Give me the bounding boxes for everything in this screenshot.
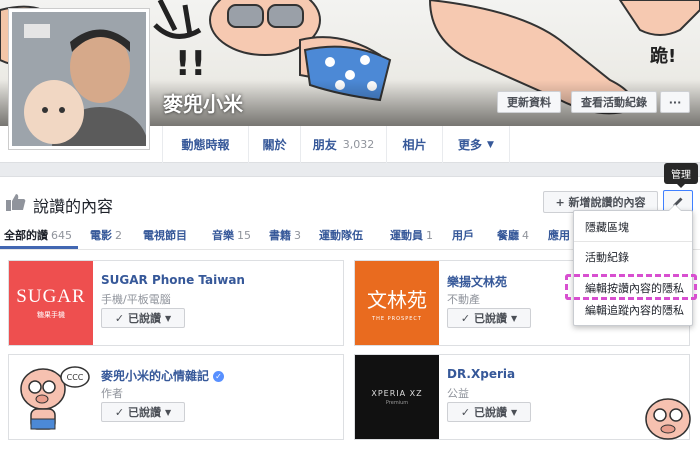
filter-label: 全部的讚 [4,229,48,242]
check-icon: ✓ [114,311,125,325]
verified-badge-icon: ✓ [213,371,225,382]
chevron-down-icon: ▼ [511,313,518,323]
check-icon: ✓ [460,405,471,419]
liked-button[interactable]: ✓ 已說讚 ▼ [447,402,531,422]
tab-label: 動態時報 [181,138,230,152]
page-logo[interactable]: 文林苑 THE PROSPECT [355,261,439,345]
profile-photo-art [12,12,146,146]
pig-watermark-icon [645,398,691,440]
tab-about[interactable]: 關於 [248,126,300,163]
filter-sports-teams[interactable]: 運動隊伍 [319,227,363,243]
page-logo[interactable]: CCC [9,355,93,439]
filter-restaurants[interactable]: 餐廳 4 [497,227,529,243]
profile-photo [12,12,146,146]
filter-music[interactable]: 音樂 15 [212,227,251,243]
filter-all[interactable]: 全部的讚 645 [4,227,72,243]
profile-picture[interactable] [8,8,150,150]
likes-title: 說讚的內容 [33,197,114,216]
annotation-highlight [565,274,697,300]
profile-name[interactable]: 麥兜小米 [163,88,243,117]
logo-subtext: Premium [385,399,409,406]
logo-text: SUGAR [16,286,86,307]
filter-label: 書籍 [269,229,291,242]
filter-athletes[interactable]: 運動員 1 [390,227,433,243]
filter-tv-shows[interactable]: 電視節目 [143,227,187,243]
svg-text:!!: !! [175,44,206,84]
check-icon: ✓ [460,311,471,325]
filter-movies[interactable]: 電影 2 [90,227,122,243]
page-name[interactable]: DR.Xperia [447,367,515,381]
filter-label: 電視節目 [143,229,187,242]
liked-page-card[interactable]: SUGAR 糖果手機 SUGAR Phone Taiwan 手機/平板電腦 ✓ … [8,260,344,346]
check-icon: ✓ [114,405,125,419]
friends-count: 3,032 [342,138,375,151]
update-info-button[interactable]: 更新資料 [497,91,561,113]
tab-timeline[interactable]: 動態時報 [162,126,248,163]
logo-text: XPERIA XZ [371,388,423,398]
page-name[interactable]: SUGAR Phone Taiwan [101,273,245,287]
filter-label: 應用 [548,229,570,242]
logo-text: 文林苑 [367,288,427,312]
page-name-text: 麥兜小米的心情雜記 [101,369,210,383]
tab-label: 朋友 [312,138,337,152]
page-logo[interactable]: SUGAR 糖果手機 [9,261,93,345]
filter-label: 餐廳 [497,229,519,242]
chevron-down-icon: ▼ [165,407,172,417]
liked-label: 已說讚 [474,406,508,419]
chevron-down-icon: ▼ [511,407,518,417]
menu-item-edit-following-privacy[interactable]: 編輯追蹤內容的隱私 [574,299,692,321]
page-category: 不動產 [447,293,480,306]
logo-text: CCC [67,373,84,382]
thumbs-up-icon [6,194,26,211]
filter-label: 用戶 [452,229,474,242]
page-logo[interactable]: XPERIA XZ Premium [355,355,439,439]
filter-label: 運動員 [390,229,423,242]
liked-label: 已說讚 [128,312,162,325]
page-category: 作者 [101,387,123,400]
logo-subtext: THE PROSPECT [372,316,422,322]
liked-button[interactable]: ✓ 已說讚 ▼ [101,308,185,328]
menu-divider [574,241,692,242]
tab-label: 相片 [402,138,427,152]
filter-label: 運動隊伍 [319,229,363,242]
more-options-button[interactable]: ··· [660,91,690,113]
liked-button[interactable]: ✓ 已說讚 ▼ [101,402,185,422]
tab-friends[interactable]: 朋友 3,032 [300,126,386,163]
page-category: 手機/平板電腦 [101,293,171,306]
filter-books[interactable]: 書籍 3 [269,227,301,243]
liked-button[interactable]: ✓ 已說讚 ▼ [447,308,531,328]
manage-tooltip: 管理 [664,163,698,188]
chevron-down-icon: ▼ [165,313,172,323]
menu-item-hide-section[interactable]: 隱藏區塊 [574,216,692,238]
manage-dropdown-menu: 隱藏區塊 活動紀錄 編輯按讚內容的隱私 編輯追蹤內容的隱私 [573,204,693,326]
menu-item-activity-log[interactable]: 活動紀錄 [574,246,692,268]
filter-count: 3 [294,229,301,242]
filter-people[interactable]: 用戶 [452,227,474,243]
filter-apps[interactable]: 應用 [548,227,570,243]
filter-count: 15 [237,229,251,242]
activity-log-button[interactable]: 查看活動紀錄 [571,91,657,113]
tab-more[interactable]: 更多 ▼ [442,126,510,163]
liked-page-card[interactable]: CCC 麥兜小米的心情雜記 ✓ 作者 ✓ 已說讚 ▼ [8,354,344,440]
tab-label: 更多 [458,138,483,152]
liked-label: 已說讚 [474,312,508,325]
tab-photos[interactable]: 相片 [386,126,442,163]
filter-count: 2 [115,229,122,242]
pig-mascot-logo: CCC [20,366,90,430]
logo-subtext: 糖果手機 [37,311,65,319]
svg-text:跪!: 跪! [650,45,676,67]
page-category: 公益 [447,387,469,400]
filter-label: 音樂 [212,229,234,242]
filter-count: 645 [51,229,72,242]
tab-label: 關於 [262,138,287,152]
filter-label: 電影 [90,229,112,242]
chevron-down-icon: ▼ [487,139,494,150]
page-name[interactable]: 樂揚文林苑 [447,273,507,290]
liked-label: 已說讚 [128,406,162,419]
page-name[interactable]: 麥兜小米的心情雜記 ✓ [101,367,225,384]
filter-count: 4 [522,229,529,242]
filter-count: 1 [426,229,433,242]
